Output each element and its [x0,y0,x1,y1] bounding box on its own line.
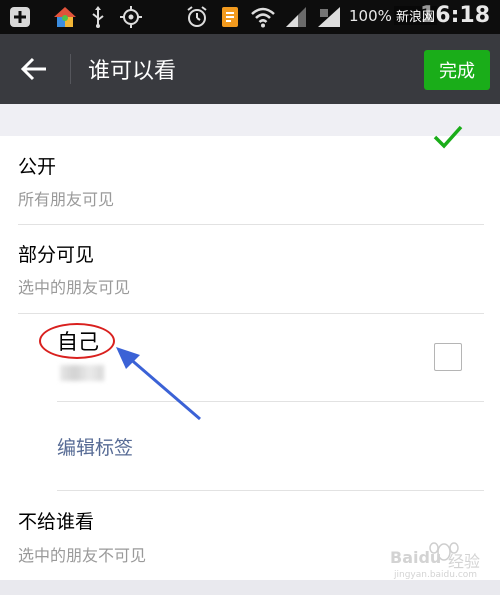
status-bar: 100% 16:18 新浪网 [0,0,500,34]
option-partial[interactable]: 部分可见 选中的朋友可见 [0,225,500,313]
header-divider [70,54,71,84]
document-app-icon [220,6,240,28]
watermark-brand: Baidu [390,548,442,567]
option-public[interactable]: 公开 所有朋友可见 [0,136,500,224]
gps-icon [118,6,144,28]
header-bar: 谁可以看 完成 [0,34,500,104]
selected-check-icon [433,125,463,149]
edit-tags-link[interactable]: 编辑标签 [57,433,133,460]
watermark-url: jingyan.baidu.com [394,570,478,580]
alarm-icon [184,6,210,28]
option-partial-subtitle: 选中的朋友可见 [18,278,131,297]
usb-icon [88,6,108,28]
add-notification-icon [8,6,32,28]
done-button[interactable]: 完成 [424,50,490,90]
home-app-icon [52,6,78,28]
page-title: 谁可以看 [88,59,177,84]
option-partial-title: 部分可见 [18,244,95,266]
tag-checkbox[interactable] [434,343,462,371]
option-exclude-subtitle: 选中的朋友不可见 [18,546,147,565]
back-button[interactable] [14,49,54,89]
overlay-site-label: 新浪网 [394,6,438,25]
tag-members-blurred [60,365,104,381]
option-exclude-title: 不给谁看 [18,511,95,533]
cell-signal-2-icon [316,6,342,28]
option-public-title: 公开 [18,156,57,178]
back-arrow-icon [20,57,46,81]
option-public-subtitle: 所有朋友可见 [18,190,115,209]
battery-percent: 100% [349,7,392,25]
wifi-icon [250,6,276,28]
baidu-watermark: Baidu 经验 jingyan.baidu.com [390,534,498,586]
cell-signal-icon [284,6,308,28]
annotation-red-oval [39,323,115,359]
watermark-text: 经验 [448,552,481,571]
annotation-arrow-icon [116,347,201,421]
